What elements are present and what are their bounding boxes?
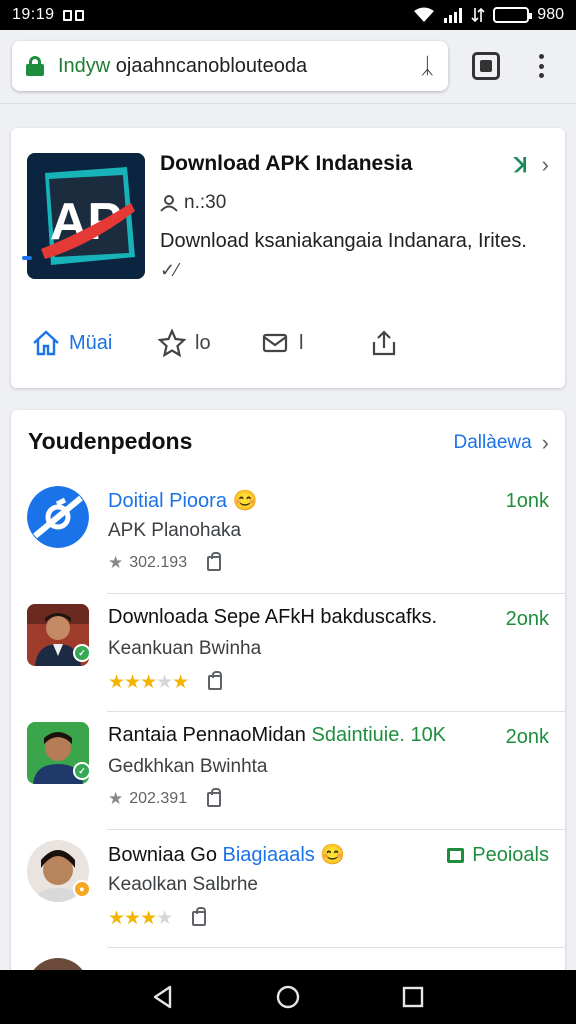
- chevron-right-icon[interactable]: ›: [542, 152, 549, 178]
- clear-url-icon[interactable]: ᛣ: [421, 53, 434, 79]
- item-subtitle: APK Planohaka: [108, 520, 242, 541]
- status-time: 19:19: [12, 6, 55, 23]
- url-path: ojaahncanoblouteoda: [110, 54, 308, 77]
- recommendations-card: Youdenpedons Dallàewa › Doitial Pioora 😊…: [11, 410, 565, 980]
- url-text[interactable]: Indyw ojaahncanoblouteoda: [58, 55, 413, 78]
- data-icon: [471, 7, 485, 23]
- item-subtitle: Keankuan Bwinha: [108, 638, 262, 659]
- chevron-right-icon: ›: [541, 430, 549, 455]
- item-title: Rantaia PennaoMidan Sdaintiuie. 10K: [108, 724, 447, 746]
- square-icon: [447, 848, 465, 863]
- star-rating: ★★★★★: [108, 672, 189, 693]
- item-size[interactable]: 2onk: [506, 726, 549, 749]
- share-icon: [372, 330, 396, 356]
- mail-icon: [262, 333, 288, 353]
- list-item[interactable]: ✓ Rantaia PennaoMidan Sdaintiuie. 10K Ge…: [11, 712, 565, 830]
- verified-icon: ✓⁄: [160, 260, 179, 280]
- lock-icon: [26, 56, 44, 76]
- item-rating: ★★★★★: [108, 671, 223, 694]
- tab-switcher-button[interactable]: [472, 52, 500, 80]
- app-actions: Müai lo l: [11, 328, 565, 368]
- status-bar: 19:19 980: [0, 0, 576, 30]
- see-more-label: Dallàewa: [453, 432, 532, 453]
- address-bar[interactable]: Indyw ojaahncanoblouteoda ᛣ: [12, 41, 448, 91]
- item-subtitle: Keaolkan Salbrhe: [108, 874, 258, 895]
- tabs-icon: [480, 60, 492, 72]
- star-rating: ★★★★: [108, 908, 173, 929]
- item-title: Downloada Sepe AFkH bakduscafks.: [108, 606, 438, 628]
- bag-icon: [207, 787, 222, 807]
- overflow-menu-button[interactable]: [534, 50, 548, 82]
- list-item[interactable]: Doitial Pioora 😊 APK Planohaka ★ 302.193 …: [11, 476, 565, 594]
- star-icon: ★: [108, 789, 124, 808]
- item-title: Bowniaa Go Biagiaaals 😊: [108, 844, 346, 866]
- notification-icons: [62, 9, 84, 21]
- browser-toolbar: Indyw ojaahncanoblouteoda ᛣ: [0, 30, 576, 104]
- home-action[interactable]: Müai: [31, 328, 112, 358]
- home-icon: [33, 330, 59, 356]
- system-nav-bar: [0, 970, 576, 1024]
- star-action[interactable]: lo: [157, 328, 211, 358]
- author-text: n.:30: [184, 192, 227, 213]
- wifi-icon: [414, 7, 435, 22]
- section-heading: Youdenpedons: [28, 428, 193, 454]
- item-stats: ★ 302.193: [108, 551, 222, 573]
- bag-icon: [207, 551, 222, 571]
- person-icon: [160, 195, 178, 212]
- app-icon[interactable]: AP: [27, 153, 145, 279]
- item-action[interactable]: Peoioals: [447, 844, 549, 867]
- item-rating: ★★★★: [108, 907, 207, 930]
- app-avatar: [27, 486, 89, 548]
- home-action-label: Müai: [69, 331, 113, 354]
- app-title[interactable]: Download APK Indanesia: [160, 152, 412, 176]
- see-more-link[interactable]: Dallàewa ›: [454, 430, 549, 456]
- list-item[interactable]: ✓ Downloada Sepe AFkH bakduscafks. Keank…: [11, 594, 565, 712]
- home-nav-icon[interactable]: [275, 984, 301, 1010]
- item-size[interactable]: 2onk: [506, 608, 549, 631]
- pin-icon[interactable]: ꓘ: [515, 153, 528, 178]
- battery-icon: [493, 7, 533, 23]
- star-icon: ★: [108, 553, 124, 572]
- recents-icon[interactable]: [400, 984, 426, 1010]
- item-title: Doitial Pioora 😊: [108, 490, 258, 512]
- item-size[interactable]: 1onk: [506, 490, 549, 513]
- mail-action-label: l: [299, 331, 304, 354]
- app-description: Download ksaniakangaia Indanara, Irites.: [160, 230, 527, 252]
- back-icon[interactable]: [150, 984, 176, 1010]
- star-outline-icon: [157, 328, 187, 358]
- verified-badge: ✓: [73, 762, 91, 780]
- active-tab-indicator: [22, 256, 32, 260]
- star-action-label: lo: [195, 331, 211, 354]
- app-author: n.:30: [160, 192, 226, 214]
- item-subtitle: Gedkhkan Bwinhta: [108, 756, 268, 777]
- verified-badge: ✓: [73, 644, 91, 662]
- bag-icon: [192, 907, 207, 926]
- signal-icon: [444, 8, 463, 23]
- battery-level: 980: [537, 6, 564, 23]
- list-item[interactable]: ● Bowniaa Go Biagiaaals 😊 Keaolkan Salbr…: [11, 830, 565, 948]
- url-scheme: Indyw: [58, 54, 111, 77]
- award-badge: ●: [73, 880, 91, 898]
- mail-action[interactable]: l: [261, 328, 303, 358]
- compass-icon: [27, 486, 89, 548]
- app-card[interactable]: AP Download APK Indanesia ꓘ › n.:30 Down…: [11, 128, 565, 388]
- item-stats: ★ 202.391: [108, 787, 222, 809]
- share-action[interactable]: [369, 328, 399, 358]
- bag-icon: [208, 671, 223, 690]
